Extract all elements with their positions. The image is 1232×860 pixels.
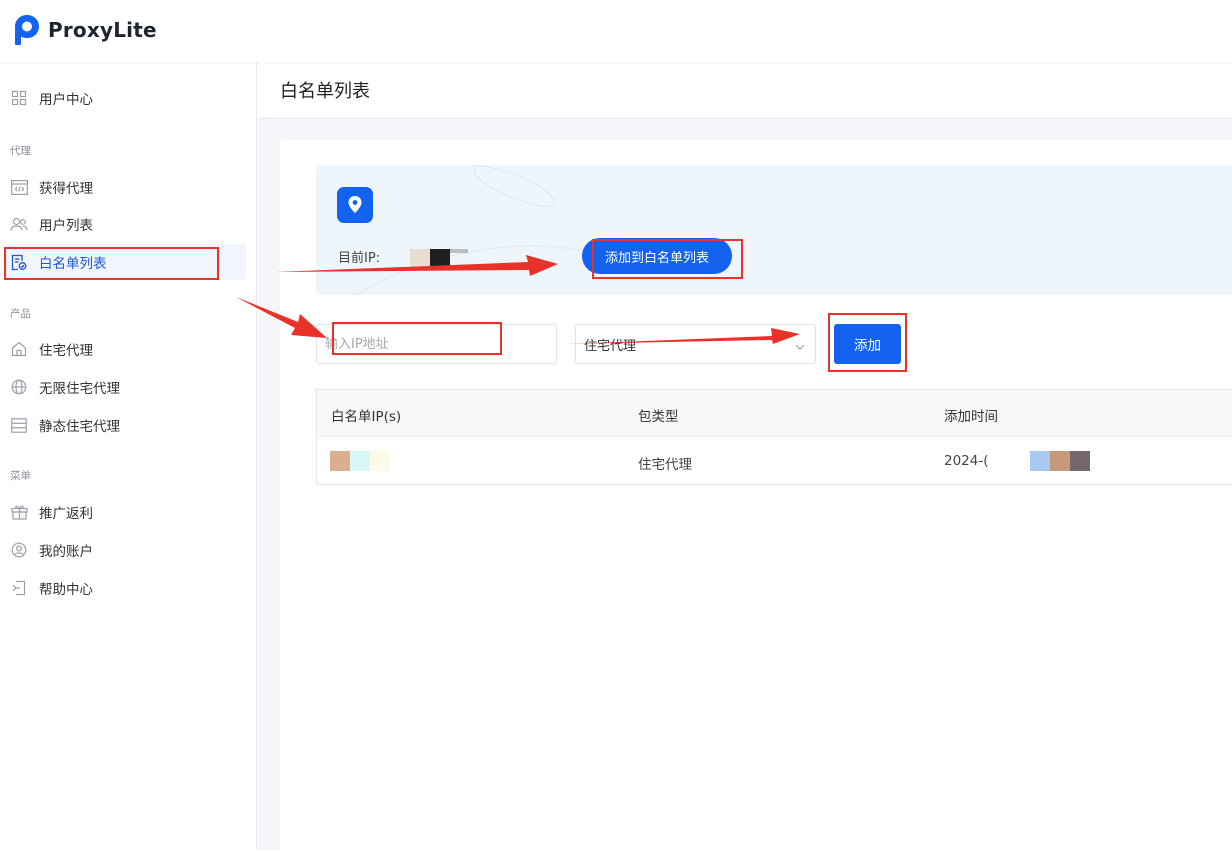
sidebar-item-user-list[interactable]: 用户列表 — [6, 206, 246, 242]
location-pin-icon — [337, 187, 373, 223]
section-label-proxy: 代理 — [10, 145, 31, 157]
annotation-box-ip-input — [332, 322, 502, 355]
sidebar: 用户中心 代理 获得代理 用户列表 白名单列表 产品 住宅代理 无限住宅代理 静… — [0, 62, 257, 850]
sidebar-item-get-proxy[interactable]: 获得代理 — [6, 169, 246, 205]
sidebar-item-referral[interactable]: 推广返利 — [6, 494, 246, 530]
whitelist-table: 白名单IP(s) 包类型 添加时间 住宅代理 2024-( — [316, 389, 1232, 485]
grid-icon — [10, 89, 28, 107]
main-content: 白名单列表 目前IP: 添加到白名单列表 住宅代理 添加 — [258, 62, 1232, 860]
column-header-type: 包类型 — [638, 409, 679, 425]
section-label-product: 产品 — [10, 308, 31, 320]
users-icon — [10, 215, 28, 233]
redacted-block — [1070, 451, 1090, 471]
sidebar-item-label: 静态住宅代理 — [39, 419, 120, 435]
code-window-icon — [10, 178, 28, 196]
annotation-box-add-button — [828, 313, 907, 372]
sidebar-item-unlimited-residential[interactable]: 无限住宅代理 — [6, 369, 246, 405]
sidebar-item-label: 住宅代理 — [39, 343, 93, 359]
redacted-block — [1030, 451, 1050, 471]
redacted-time-cell — [1030, 451, 1090, 471]
sidebar-item-my-account[interactable]: 我的账户 — [6, 532, 246, 568]
sidebar-item-label: 用户中心 — [39, 92, 93, 108]
row-added-time: 2024-( — [944, 453, 989, 469]
sidebar-item-label: 获得代理 — [39, 181, 93, 197]
account-icon — [10, 541, 28, 559]
redacted-block — [330, 451, 350, 471]
page-header: 白名单列表 — [258, 62, 1232, 119]
app-logo[interactable]: ProxyLite — [14, 14, 157, 46]
current-ip-label: 目前IP: — [338, 251, 381, 266]
redacted-ip-block — [450, 249, 468, 253]
sidebar-item-user-center[interactable]: 用户中心 — [6, 80, 246, 116]
annotation-box-sidebar-whitelist — [4, 247, 219, 280]
house-icon — [10, 340, 28, 358]
page-title: 白名单列表 — [280, 81, 370, 102]
sidebar-item-label: 我的账户 — [39, 544, 93, 560]
package-type-value: 住宅代理 — [584, 338, 637, 354]
logo-icon — [14, 14, 40, 46]
sidebar-item-label: 帮助中心 — [39, 582, 93, 598]
app-name: ProxyLite — [48, 18, 157, 42]
column-header-ip: 白名单IP(s) — [331, 409, 402, 425]
gift-icon — [10, 503, 28, 521]
redacted-ip-cell — [330, 451, 390, 471]
server-icon — [10, 416, 28, 434]
redacted-block — [370, 451, 390, 471]
sidebar-item-static-residential[interactable]: 静态住宅代理 — [6, 407, 246, 443]
sidebar-item-residential-proxy[interactable]: 住宅代理 — [6, 331, 246, 367]
package-type-select[interactable]: 住宅代理 — [575, 324, 816, 364]
top-bar: ProxyLite — [0, 0, 1232, 62]
section-label-menu: 菜单 — [10, 470, 31, 482]
column-header-time: 添加时间 — [944, 409, 998, 425]
chevron-down-icon — [795, 339, 805, 354]
sidebar-item-label: 无限住宅代理 — [39, 381, 120, 397]
banner-decoration — [355, 165, 647, 295]
whitelist-card: 目前IP: 添加到白名单列表 住宅代理 添加 白名单IP(s) 包类型 添加时间 — [280, 140, 1232, 860]
redacted-block — [350, 451, 370, 471]
current-ip-banner: 目前IP: 添加到白名单列表 — [316, 165, 1232, 295]
annotation-box-add-to-whitelist — [592, 239, 743, 279]
row-package-type: 住宅代理 — [638, 457, 692, 473]
redacted-ip-block — [410, 249, 430, 266]
globe-icon — [10, 378, 28, 396]
sidebar-item-help-center[interactable]: 帮助中心 — [6, 570, 246, 606]
help-icon — [10, 579, 28, 597]
sidebar-item-label: 用户列表 — [39, 218, 93, 234]
redacted-ip-block — [430, 249, 450, 266]
sidebar-item-label: 推广返利 — [39, 506, 93, 522]
redacted-block — [1050, 451, 1070, 471]
table-header: 白名单IP(s) 包类型 添加时间 — [317, 390, 1232, 437]
